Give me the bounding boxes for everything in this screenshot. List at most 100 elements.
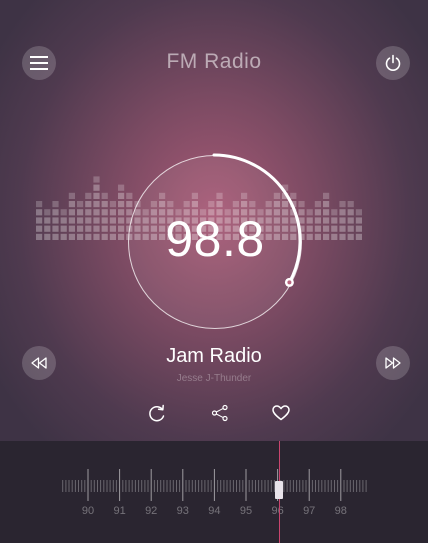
equalizer-cell (101, 201, 108, 208)
equalizer-cell (101, 233, 108, 240)
equalizer-cell (355, 225, 362, 232)
equalizer-cell (109, 217, 116, 224)
equalizer-cell (339, 217, 346, 224)
fm-radio-screen: FM Radio 98.8 Jam Radio Jesse J-Thunder (0, 0, 428, 543)
equalizer-cell (355, 209, 362, 216)
equalizer-cell (44, 225, 51, 232)
equalizer-cell (93, 217, 100, 224)
equalizer-cell (44, 217, 51, 224)
equalizer-cell (44, 209, 51, 216)
tuner-label: 95 (239, 505, 253, 517)
next-station-button[interactable] (376, 346, 410, 380)
equalizer-cell (109, 201, 116, 208)
equalizer-cell (36, 217, 43, 224)
equalizer-cell (323, 233, 330, 240)
equalizer-cell (323, 217, 330, 224)
equalizer-cell (323, 209, 330, 216)
equalizer-cell (93, 209, 100, 216)
equalizer-cell (93, 192, 100, 199)
equalizer-cell (347, 209, 354, 216)
equalizer-cell (355, 217, 362, 224)
equalizer-cell (77, 225, 84, 232)
equalizer-cell (331, 233, 338, 240)
equalizer-cell (68, 225, 75, 232)
equalizer-cell (68, 209, 75, 216)
equalizer-cell (68, 217, 75, 224)
equalizer-cell (109, 209, 116, 216)
tuning-handle-dot (287, 280, 292, 285)
equalizer-cell (314, 233, 321, 240)
equalizer-cell (347, 233, 354, 240)
equalizer-cell (85, 192, 92, 199)
equalizer-cell (339, 233, 346, 240)
equalizer-cell (101, 192, 108, 199)
equalizer-cell (60, 225, 67, 232)
equalizer-cell (109, 225, 116, 232)
tuner-label: 94 (208, 505, 221, 517)
equalizer-cell (339, 225, 346, 232)
equalizer-cell (323, 225, 330, 232)
tuner-knob[interactable] (275, 481, 283, 499)
equalizer-cell (347, 225, 354, 232)
equalizer-cell (68, 192, 75, 199)
equalizer-cell (323, 201, 330, 208)
repeat-icon (149, 404, 165, 422)
equalizer-cell (52, 225, 59, 232)
frequency-display: 98.8 (165, 211, 265, 267)
equalizer-cell (314, 225, 321, 232)
equalizer-cell (85, 201, 92, 208)
equalizer-cell (77, 233, 84, 240)
equalizer-cell (85, 217, 92, 224)
equalizer-cell (109, 233, 116, 240)
equalizer-cell (52, 233, 59, 240)
equalizer-cell (77, 201, 84, 208)
equalizer-cell (60, 209, 67, 216)
equalizer-cell (101, 225, 108, 232)
equalizer-cell (52, 209, 59, 216)
tuner-label: 97 (303, 505, 316, 517)
equalizer-cell (36, 201, 43, 208)
equalizer-cell (52, 201, 59, 208)
equalizer-cell (68, 201, 75, 208)
equalizer-cell (101, 209, 108, 216)
equalizer-cell (323, 192, 330, 199)
equalizer-cell (339, 201, 346, 208)
equalizer-cell (331, 209, 338, 216)
equalizer-cell (314, 217, 321, 224)
equalizer-cell (85, 209, 92, 216)
equalizer-cell (68, 233, 75, 240)
equalizer-cell (44, 233, 51, 240)
equalizer-cell (36, 209, 43, 216)
tuner-ticks (62, 469, 367, 501)
equalizer-cell (339, 209, 346, 216)
favorite-button[interactable] (270, 402, 292, 424)
equalizer-cell (314, 201, 321, 208)
equalizer-cell (331, 217, 338, 224)
equalizer-cell (355, 233, 362, 240)
share-button[interactable] (209, 402, 231, 424)
equalizer-cell (77, 217, 84, 224)
repeat-button[interactable] (146, 402, 168, 424)
tuner-scale-panel[interactable]: 90 91 92 93 94 95 96 97 98 (0, 441, 428, 543)
equalizer-cell (52, 217, 59, 224)
equalizer-cell (60, 217, 67, 224)
equalizer-cell (36, 225, 43, 232)
equalizer-cell (93, 225, 100, 232)
equalizer-cell (93, 184, 100, 191)
tuner-label: 93 (176, 505, 189, 517)
tuner-label: 98 (334, 505, 347, 517)
heart-icon (272, 405, 290, 421)
tuner-label: 90 (81, 505, 95, 517)
equalizer-cell (36, 233, 43, 240)
artist-name: Jesse J-Thunder (176, 373, 252, 384)
equalizer-cell (93, 233, 100, 240)
equalizer-cell (331, 225, 338, 232)
equalizer-cell (347, 201, 354, 208)
equalizer-cell (93, 201, 100, 208)
tuner-label: 96 (271, 505, 284, 517)
share-icon (211, 404, 228, 422)
equalizer-cell (77, 209, 84, 216)
equalizer-cell (60, 233, 67, 240)
tuner-label: 92 (145, 505, 158, 517)
equalizer-cell (93, 176, 100, 183)
